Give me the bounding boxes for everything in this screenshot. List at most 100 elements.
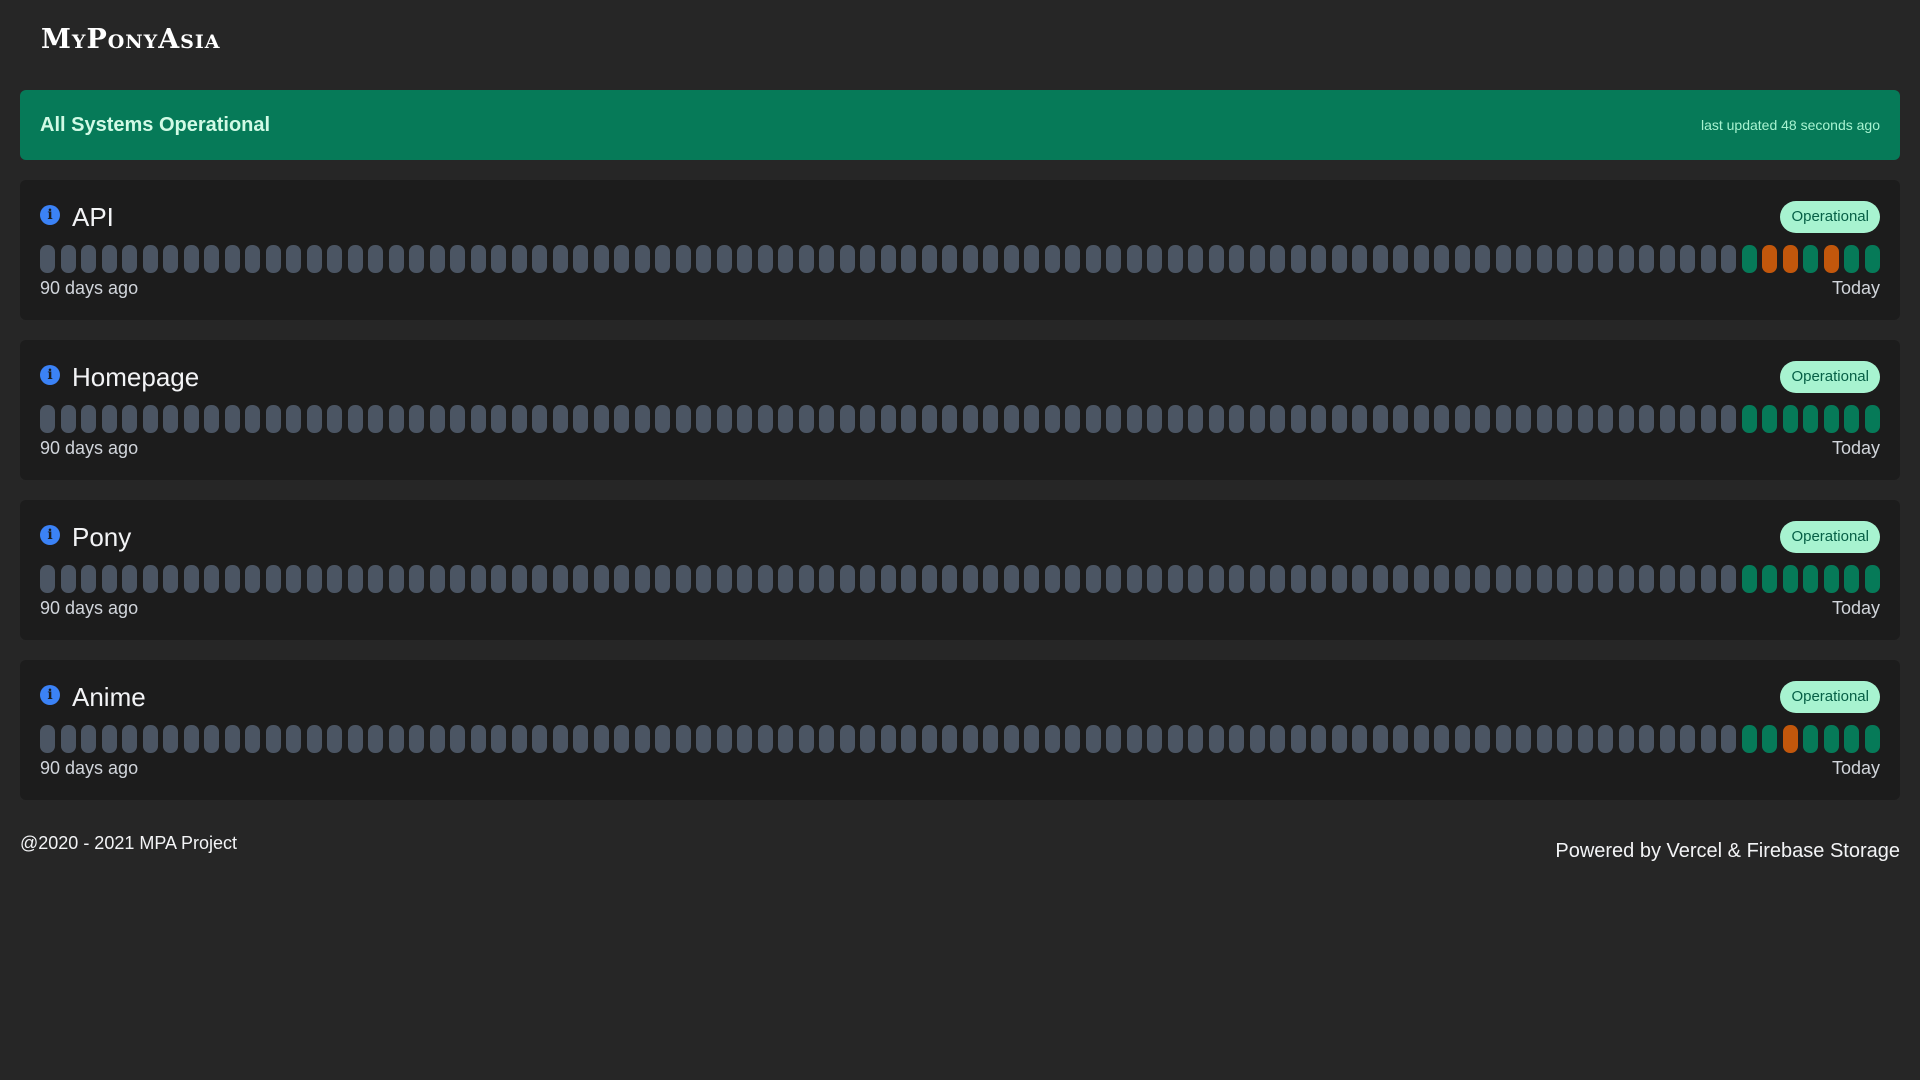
uptime-bar-no-data[interactable] <box>1003 725 1019 753</box>
uptime-bar-no-data[interactable] <box>880 245 896 273</box>
uptime-bar-no-data[interactable] <box>183 725 199 753</box>
uptime-bar-no-data[interactable] <box>511 245 527 273</box>
uptime-bar-no-data[interactable] <box>614 565 629 593</box>
info-icon[interactable]: i <box>40 685 60 705</box>
uptime-bar-no-data[interactable] <box>1700 565 1716 593</box>
uptime-bar-no-data[interactable] <box>860 405 875 433</box>
uptime-bar-no-data[interactable] <box>798 725 814 753</box>
uptime-bar-no-data[interactable] <box>511 725 527 753</box>
uptime-bar-no-data[interactable] <box>1352 245 1367 273</box>
uptime-bar-no-data[interactable] <box>716 565 732 593</box>
uptime-bar-no-data[interactable] <box>716 405 732 433</box>
uptime-bar-no-data[interactable] <box>942 565 957 593</box>
uptime-bar-no-data[interactable] <box>1536 405 1552 433</box>
uptime-bar-no-data[interactable] <box>306 565 322 593</box>
uptime-bar-no-data[interactable] <box>1393 245 1408 273</box>
uptime-bar-no-data[interactable] <box>40 245 55 273</box>
info-icon[interactable]: i <box>40 205 60 225</box>
uptime-bar-no-data[interactable] <box>1065 725 1080 753</box>
uptime-bar-no-data[interactable] <box>306 725 322 753</box>
uptime-bar-no-data[interactable] <box>675 725 691 753</box>
uptime-bar-no-data[interactable] <box>204 405 219 433</box>
uptime-bar-no-data[interactable] <box>286 565 301 593</box>
uptime-bar-no-data[interactable] <box>1249 565 1265 593</box>
uptime-bar-no-data[interactable] <box>634 405 650 433</box>
uptime-bar-operational[interactable] <box>1741 565 1757 593</box>
uptime-bar-no-data[interactable] <box>1126 245 1142 273</box>
uptime-bar-no-data[interactable] <box>1700 245 1716 273</box>
uptime-bar-no-data[interactable] <box>921 245 937 273</box>
uptime-bar-no-data[interactable] <box>798 405 814 433</box>
uptime-bar-no-data[interactable] <box>1085 725 1101 753</box>
uptime-bar-no-data[interactable] <box>1270 405 1285 433</box>
uptime-bar-no-data[interactable] <box>778 725 793 753</box>
uptime-bar-no-data[interactable] <box>962 245 978 273</box>
uptime-bar-no-data[interactable] <box>183 565 199 593</box>
uptime-bar-no-data[interactable] <box>40 405 55 433</box>
uptime-bar-no-data[interactable] <box>122 245 137 273</box>
uptime-bar-no-data[interactable] <box>1024 725 1039 753</box>
uptime-bar-no-data[interactable] <box>1516 245 1531 273</box>
uptime-bar-no-data[interactable] <box>101 565 117 593</box>
uptime-bar-no-data[interactable] <box>634 245 650 273</box>
uptime-bar-no-data[interactable] <box>1434 565 1449 593</box>
uptime-bar-no-data[interactable] <box>962 405 978 433</box>
uptime-bar-no-data[interactable] <box>470 405 486 433</box>
uptime-bar-no-data[interactable] <box>757 245 773 273</box>
uptime-bar-no-data[interactable] <box>1147 565 1162 593</box>
uptime-bar-no-data[interactable] <box>368 245 383 273</box>
uptime-bar-no-data[interactable] <box>778 245 793 273</box>
uptime-bar-no-data[interactable] <box>1331 565 1347 593</box>
uptime-bar-no-data[interactable] <box>491 405 506 433</box>
uptime-bar-no-data[interactable] <box>1249 725 1265 753</box>
uptime-bar-no-data[interactable] <box>532 405 547 433</box>
uptime-bar-no-data[interactable] <box>737 405 752 433</box>
uptime-bar-no-data[interactable] <box>429 405 445 433</box>
uptime-bar-no-data[interactable] <box>265 565 281 593</box>
uptime-bar-no-data[interactable] <box>511 565 527 593</box>
uptime-bar-no-data[interactable] <box>388 245 404 273</box>
uptime-bar-no-data[interactable] <box>1352 405 1367 433</box>
uptime-bar-no-data[interactable] <box>1229 725 1244 753</box>
uptime-bar-no-data[interactable] <box>347 565 363 593</box>
uptime-bar-no-data[interactable] <box>1721 405 1736 433</box>
uptime-bar-no-data[interactable] <box>1106 245 1121 273</box>
uptime-bar-no-data[interactable] <box>614 725 629 753</box>
uptime-bar-no-data[interactable] <box>1290 405 1306 433</box>
uptime-bar-no-data[interactable] <box>409 405 424 433</box>
uptime-bar-no-data[interactable] <box>265 725 281 753</box>
uptime-bar-no-data[interactable] <box>860 725 875 753</box>
uptime-bar-no-data[interactable] <box>409 565 424 593</box>
uptime-bar-no-data[interactable] <box>1454 565 1470 593</box>
uptime-bar-operational[interactable] <box>1762 405 1777 433</box>
uptime-bar-no-data[interactable] <box>552 725 568 753</box>
uptime-bar-operational[interactable] <box>1844 565 1859 593</box>
uptime-bar-no-data[interactable] <box>470 725 486 753</box>
uptime-bar-no-data[interactable] <box>1311 405 1326 433</box>
uptime-bar-no-data[interactable] <box>819 245 834 273</box>
uptime-bar-operational[interactable] <box>1782 565 1798 593</box>
uptime-bar-no-data[interactable] <box>880 405 896 433</box>
uptime-bar-no-data[interactable] <box>286 245 301 273</box>
uptime-bar-no-data[interactable] <box>1229 405 1244 433</box>
uptime-bar-no-data[interactable] <box>142 245 158 273</box>
uptime-bar-no-data[interactable] <box>1167 725 1183 753</box>
uptime-bar-no-data[interactable] <box>942 725 957 753</box>
uptime-bar-operational[interactable] <box>1823 725 1839 753</box>
uptime-bar-no-data[interactable] <box>1680 565 1695 593</box>
uptime-bar-no-data[interactable] <box>327 725 342 753</box>
uptime-bar-no-data[interactable] <box>1290 725 1306 753</box>
uptime-bar-no-data[interactable] <box>839 725 855 753</box>
uptime-bar-no-data[interactable] <box>491 565 506 593</box>
uptime-bar-no-data[interactable] <box>1208 565 1224 593</box>
uptime-bar-no-data[interactable] <box>860 245 875 273</box>
uptime-bar-no-data[interactable] <box>306 405 322 433</box>
uptime-bar-no-data[interactable] <box>491 245 506 273</box>
uptime-bar-no-data[interactable] <box>183 405 199 433</box>
uptime-bar-no-data[interactable] <box>1598 565 1613 593</box>
uptime-bar-no-data[interactable] <box>860 565 875 593</box>
uptime-bar-no-data[interactable] <box>901 245 916 273</box>
uptime-bar-no-data[interactable] <box>1085 565 1101 593</box>
uptime-bar-no-data[interactable] <box>757 405 773 433</box>
uptime-bar-no-data[interactable] <box>1618 405 1634 433</box>
